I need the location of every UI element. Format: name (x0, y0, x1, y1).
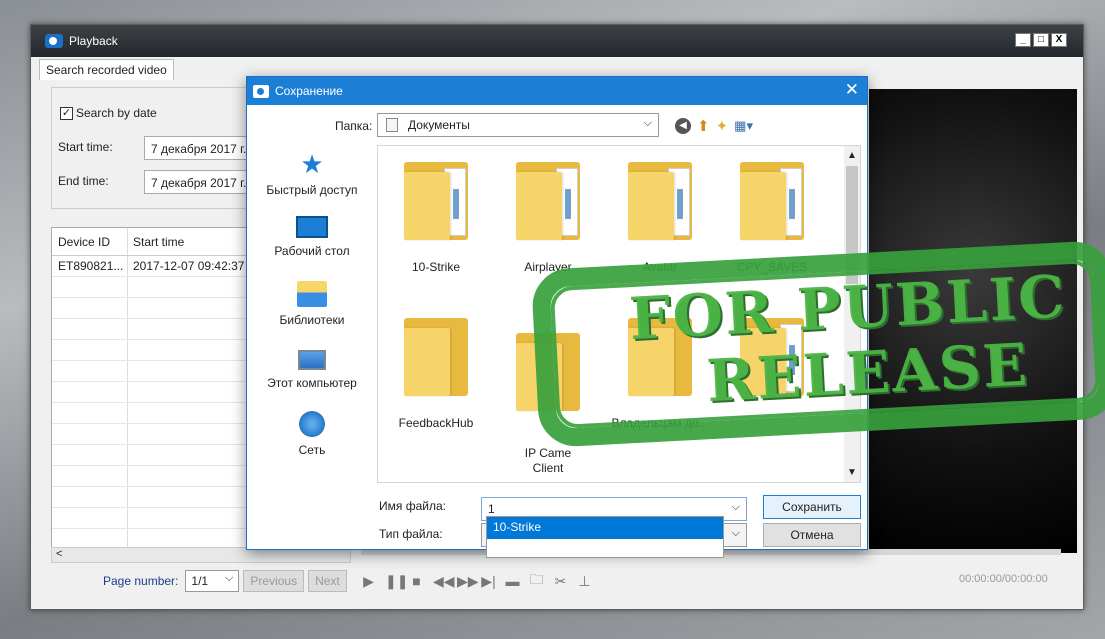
folder-icon (628, 160, 692, 240)
scroll-left-icon[interactable]: < (56, 548, 62, 560)
libraries-icon (297, 281, 327, 307)
folder-icon (516, 160, 580, 240)
stop-icon[interactable]: ■ (409, 573, 424, 589)
maximize-button[interactable]: □ (1033, 33, 1049, 47)
folder-icon[interactable]: 🗀 (529, 569, 544, 593)
quick-access-icon: ★ (300, 149, 324, 179)
places-bar: ★ Быстрый доступ Рабочий стол Библиотеки… (253, 147, 371, 472)
minimize-button[interactable]: _ (1015, 33, 1031, 47)
scroll-down-icon[interactable]: ▼ (847, 467, 857, 478)
search-by-date-checkbox[interactable]: ✓ Search by date (60, 106, 157, 120)
playback-controls: ▶ ❚❚ ■ ◀◀ ▶▶ ▶| ▬ 🗀 ✂ ⊥ (361, 569, 592, 593)
folder-item[interactable]: Avatar (606, 160, 714, 275)
time-readout: 00:00:00/00:00:00 (959, 573, 1048, 585)
pager: Page number: 1/1 Previous Next (103, 570, 347, 592)
place-label: Этот компьютер (267, 376, 357, 390)
step-icon[interactable]: ▶| (481, 573, 496, 590)
folder-name: FeedbackHub (398, 416, 474, 430)
save-button[interactable]: Сохранить (763, 495, 861, 519)
cut-end-icon[interactable]: ⊥ (577, 573, 592, 590)
playback-titlebar: Playback _ □ X (31, 25, 1083, 57)
app-logo-icon (45, 34, 63, 48)
dialog-titlebar: Сохранение ✕ (247, 77, 867, 105)
filename-label: Имя файла: (379, 499, 446, 513)
place-libraries[interactable]: Библиотеки (253, 277, 371, 342)
fast-forward-icon[interactable]: ▶▶ (457, 573, 479, 590)
column-header-device-id[interactable]: Device ID (52, 228, 128, 255)
folder-item[interactable]: 10-Strike (382, 160, 490, 275)
filetype-label: Тип файла: (379, 527, 443, 541)
dialog-title: Сохранение (275, 84, 343, 98)
scroll-up-icon[interactable]: ▲ (847, 150, 857, 161)
cell-device-id: ET890821... (52, 256, 128, 276)
folder-icon (404, 160, 468, 240)
folder-select[interactable]: Документы ⌵ (377, 113, 659, 137)
this-pc-icon (298, 350, 326, 370)
place-label: Библиотеки (279, 313, 345, 327)
start-time-label: Start time: (58, 140, 113, 154)
page-number-label: Page number: (103, 574, 179, 588)
network-icon (299, 411, 325, 437)
place-label: Рабочий стол (274, 244, 350, 258)
folder-item[interactable]: Airplayer (494, 160, 602, 275)
tab-search-recorded-video[interactable]: Search recorded video (39, 59, 174, 80)
filename-value: 1 (488, 502, 495, 516)
chevron-down-icon[interactable]: ⌵ (732, 501, 740, 514)
app-logo-icon (253, 84, 269, 98)
place-label: Быстрый доступ (266, 183, 358, 197)
chevron-down-icon[interactable]: ⌵ (732, 527, 740, 540)
autocomplete-dropdown: 10-Strike (486, 516, 724, 558)
cancel-button[interactable]: Отмена (763, 523, 861, 547)
play-icon[interactable]: ▶ (361, 573, 376, 590)
cell-start-time: 2017-12-07 09:42:37 (133, 259, 245, 273)
view-menu-icon[interactable]: ▦▾ (734, 118, 753, 134)
place-label: Сеть (298, 443, 326, 457)
page-select[interactable]: 1/1 (185, 570, 240, 592)
place-network[interactable]: Сеть (253, 407, 371, 472)
folder-icon (740, 160, 804, 240)
folder-row: Папка: Документы ⌵ ◀ ⬆ ✦ ▦▾ (247, 113, 867, 139)
end-time-label: End time: (58, 174, 109, 188)
snapshot-icon[interactable]: ▬ (505, 573, 520, 589)
public-release-stamp: FOR PUBLIC RELEASE (530, 239, 1105, 449)
chevron-down-icon[interactable]: ⌵ (644, 117, 652, 130)
folder-item[interactable]: FeedbackHub (382, 316, 490, 431)
checkbox-check-icon[interactable]: ✓ (60, 106, 73, 120)
next-button[interactable]: Next (308, 570, 347, 592)
dialog-toolbar: ◀ ⬆ ✦ ▦▾ (675, 117, 753, 135)
folder-name: 10-Strike (411, 260, 461, 274)
place-quick-access[interactable]: ★ Быстрый доступ (253, 147, 371, 212)
tab-bar: Search recorded video (39, 59, 174, 81)
folder-label: Папка: (335, 119, 373, 133)
autocomplete-item[interactable]: 10-Strike (487, 517, 723, 539)
place-desktop[interactable]: Рабочий стол (253, 212, 371, 277)
back-icon[interactable]: ◀ (675, 118, 691, 134)
previous-button[interactable]: Previous (243, 570, 305, 592)
dialog-close-icon[interactable]: ✕ (845, 80, 859, 100)
window-title: Playback (69, 34, 118, 48)
place-this-pc[interactable]: Этот компьютер (253, 342, 371, 407)
column-header-start-time[interactable]: Start time (128, 235, 184, 249)
new-folder-icon[interactable]: ✦ (716, 117, 729, 135)
folder-value: Документы (408, 118, 470, 132)
folder-name: IP Came Client (524, 446, 572, 475)
desktop-icon (296, 216, 328, 238)
cut-start-icon[interactable]: ✂ (553, 573, 568, 590)
pause-icon[interactable]: ❚❚ (385, 573, 408, 590)
up-folder-icon[interactable]: ⬆ (697, 117, 710, 135)
documents-icon (386, 118, 398, 132)
window-controls: _ □ X (1015, 33, 1067, 47)
folder-icon (404, 316, 468, 396)
rewind-icon[interactable]: ◀◀ (433, 573, 455, 590)
close-button[interactable]: X (1051, 33, 1067, 47)
search-by-date-label: Search by date (76, 106, 157, 120)
